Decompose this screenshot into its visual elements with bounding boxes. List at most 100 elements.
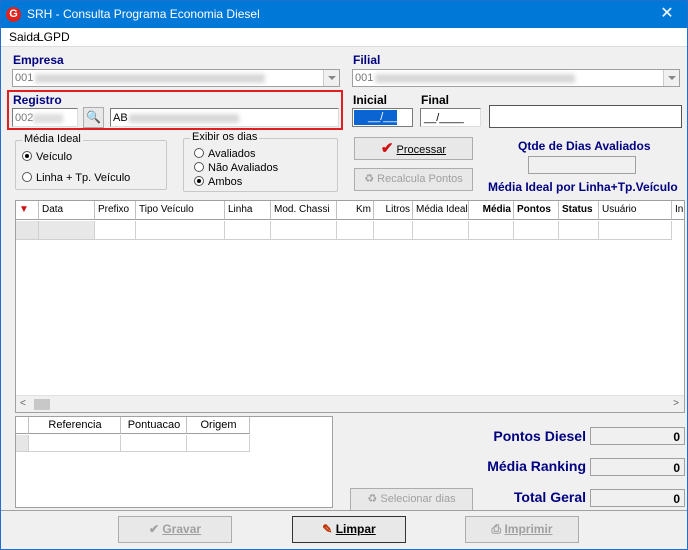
- filial-name-redacted: [375, 74, 575, 83]
- chevron-down-icon[interactable]: [323, 70, 339, 86]
- limpar-button[interactable]: ✎ Limpar: [292, 516, 406, 543]
- media-ranking-label: Média Ranking: [487, 458, 586, 474]
- gravar-button[interactable]: ✔ Gravar: [118, 516, 232, 543]
- chevron-down-icon[interactable]: [663, 70, 679, 86]
- radio-nao-avaliados[interactable]: Não Avaliados: [194, 162, 278, 174]
- final-value: __/____: [424, 112, 464, 124]
- registro-code-input[interactable]: 002: [12, 108, 78, 127]
- subgrid-col-origem[interactable]: Origem: [187, 417, 250, 434]
- radio-linha-tp-veiculo[interactable]: Linha + Tp. Veículo: [22, 172, 130, 184]
- limpar-label: Limpar: [335, 522, 376, 536]
- grid-col-media-ideal[interactable]: Média Ideal: [413, 201, 469, 220]
- sort-down-icon: ▼: [19, 204, 29, 215]
- recalcula-pontos-button[interactable]: ♻ Recalcula Pontos: [354, 168, 473, 191]
- registro-label: Registro: [13, 93, 62, 107]
- registro-code-redacted: [33, 114, 63, 123]
- gravar-label: Gravar: [162, 522, 202, 536]
- select-days-icon: ♻: [367, 493, 378, 505]
- scroll-right-icon[interactable]: >: [673, 398, 679, 409]
- filial-select[interactable]: 001: [352, 69, 680, 87]
- grid-col-km[interactable]: Km: [337, 201, 374, 220]
- grid-cell[interactable]: [413, 221, 469, 240]
- subgrid-indicator-header: [16, 417, 29, 434]
- empresa-name-redacted: [35, 74, 265, 83]
- grid-cell[interactable]: [337, 221, 374, 240]
- subgrid-cell[interactable]: [29, 435, 121, 452]
- window-title: SRH - Consulta Programa Economia Diesel: [27, 7, 260, 21]
- grid-cell[interactable]: [514, 221, 559, 240]
- radio-avaliados-label: Avaliados: [208, 148, 256, 160]
- grid-cell[interactable]: [39, 221, 95, 240]
- radio-linha-label: Linha + Tp. Veículo: [36, 172, 131, 184]
- processar-label: Processar: [396, 144, 447, 156]
- grid-cell[interactable]: [271, 221, 337, 240]
- row-indicator[interactable]: [16, 221, 39, 240]
- inicial-value: __/____: [354, 110, 408, 125]
- radio-veiculo[interactable]: Veículo: [22, 151, 72, 163]
- filial-label: Filial: [353, 53, 381, 67]
- radio-ambos-label: Ambos: [208, 176, 243, 188]
- registro-name-input[interactable]: AB: [110, 108, 339, 127]
- grid-cell[interactable]: [374, 221, 413, 240]
- empresa-select[interactable]: 001: [12, 69, 340, 87]
- grid-sort-header[interactable]: ▼: [16, 201, 39, 220]
- empresa-code: 001: [15, 72, 34, 84]
- processar-button[interactable]: ✔ Processar: [354, 137, 473, 160]
- subgrid-row-indicator[interactable]: [16, 435, 29, 452]
- grid-cell[interactable]: [559, 221, 599, 240]
- grid-col-data[interactable]: Data: [39, 201, 95, 220]
- media-ranking-value: 0: [590, 458, 685, 476]
- grid-col-linha[interactable]: Linha: [225, 201, 271, 220]
- menu-saida[interactable]: Saida: [9, 30, 40, 44]
- total-geral-value: 0: [590, 489, 685, 507]
- info-box: [489, 105, 682, 128]
- data-grid[interactable]: ▼ Data Prefixo Tipo Veículo Linha Mod. C…: [15, 200, 685, 413]
- grid-cell[interactable]: [95, 221, 136, 240]
- subgrid-col-pontuacao[interactable]: Pontuacao: [121, 417, 187, 434]
- selecionar-dias-button[interactable]: ♻ Selecionar dias: [350, 488, 473, 511]
- radio-veiculo-label: Veículo: [36, 151, 73, 163]
- grid-cell[interactable]: [469, 221, 514, 240]
- footer-divider: [1, 510, 687, 511]
- filial-code: 001: [355, 72, 374, 84]
- radio-ambos[interactable]: Ambos: [194, 176, 242, 188]
- grid-cell[interactable]: [136, 221, 225, 240]
- grid-col-status[interactable]: Status: [559, 201, 599, 220]
- horizontal-scrollbar[interactable]: < >: [16, 395, 684, 412]
- title-bar: G SRH - Consulta Programa Economia Diese…: [1, 1, 687, 28]
- printer-icon: ⎙: [491, 522, 502, 536]
- grid-col-tipo-veiculo[interactable]: Tipo Veículo: [136, 201, 225, 220]
- scroll-left-icon[interactable]: <: [20, 398, 26, 409]
- grid-col-mod-chassi[interactable]: Mod. Chassi: [271, 201, 337, 220]
- subgrid-cell[interactable]: [187, 435, 250, 452]
- inicial-input[interactable]: __/____: [352, 108, 413, 127]
- menu-lgpd[interactable]: LGPD: [37, 30, 70, 44]
- radio-avaliados[interactable]: Avaliados: [194, 148, 256, 160]
- binoculars-search-icon[interactable]: 🔍: [83, 107, 104, 128]
- grid-col-usuario[interactable]: Usuário: [599, 201, 672, 220]
- grid-cell[interactable]: [225, 221, 271, 240]
- subgrid-col-referencia[interactable]: Referencia: [29, 417, 121, 434]
- grid-col-litros[interactable]: Litros: [374, 201, 413, 220]
- grid-col-pontos[interactable]: Pontos: [514, 201, 559, 220]
- grid-col-media[interactable]: Média: [469, 201, 514, 220]
- final-label: Final: [421, 93, 450, 107]
- recalcula-label: Recalcula Pontos: [377, 173, 463, 185]
- close-icon[interactable]: ✕: [647, 1, 687, 28]
- exibir-dias-title: Exibir os dias: [190, 131, 260, 143]
- media-linha-label: Média Ideal por Linha+Tp.Veículo: [488, 180, 678, 194]
- grid-col-in[interactable]: In: [672, 201, 684, 220]
- radio-checked-icon: [194, 176, 204, 186]
- registro-code-value: 002: [15, 112, 34, 124]
- final-input[interactable]: __/____: [420, 108, 481, 127]
- subgrid-cell[interactable]: [121, 435, 187, 452]
- menu-bar: Saida LGPD: [1, 28, 687, 47]
- registro-name-redacted: [129, 114, 239, 123]
- scroll-thumb[interactable]: [34, 399, 50, 410]
- grid-cell[interactable]: [599, 221, 672, 240]
- pontuacao-grid[interactable]: Referencia Pontuacao Origem: [15, 416, 333, 508]
- grid-col-prefixo[interactable]: Prefixo: [95, 201, 136, 220]
- imprimir-button[interactable]: ⎙ Imprimir: [465, 516, 579, 543]
- recalc-icon: ♻: [364, 173, 375, 185]
- check-icon: ✔: [148, 522, 159, 536]
